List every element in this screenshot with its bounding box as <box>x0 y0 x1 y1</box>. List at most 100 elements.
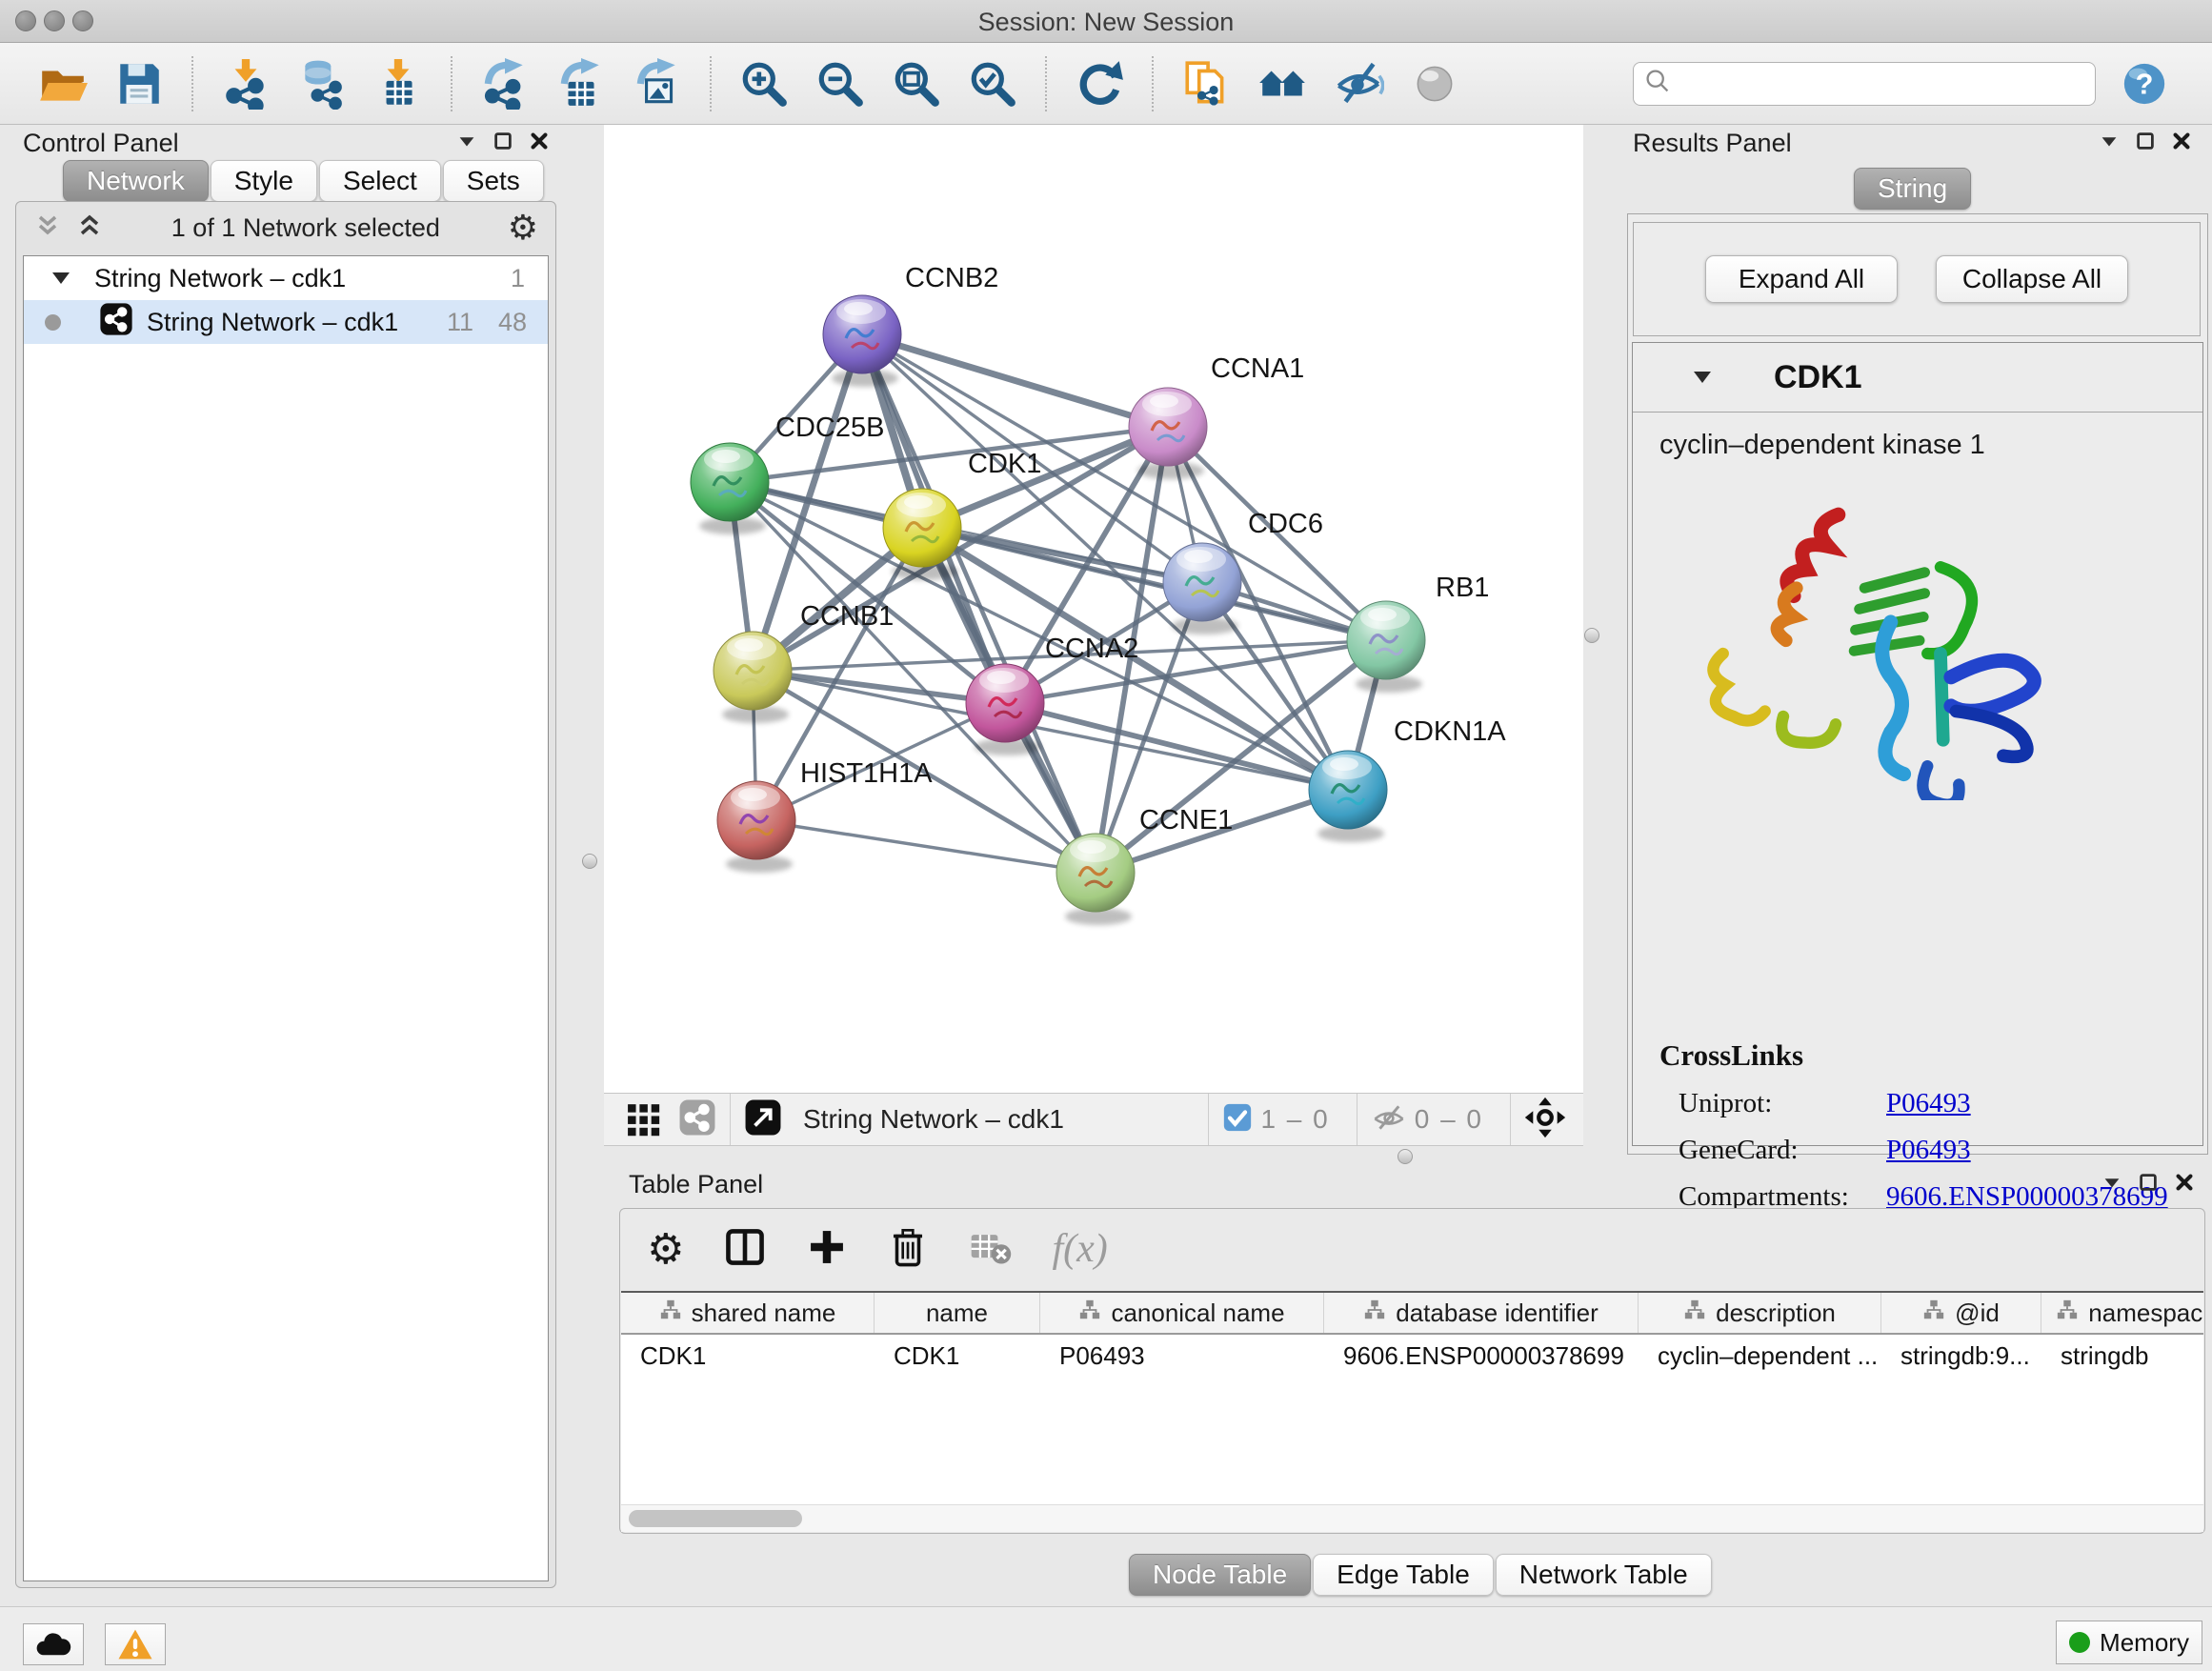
scrollbar-thumb[interactable] <box>629 1510 802 1527</box>
panel-menu-icon[interactable] <box>2101 1171 2123 1198</box>
export-network-icon[interactable] <box>477 56 533 111</box>
memory-button[interactable]: Memory <box>2056 1621 2202 1664</box>
tab-node-table[interactable]: Node Table <box>1129 1554 1311 1596</box>
table-cell[interactable]: stringdb:9... <box>1881 1341 2041 1371</box>
splitter-handle[interactable] <box>1584 628 1599 643</box>
network-view-icon[interactable] <box>678 1098 716 1141</box>
tab-sets[interactable]: Sets <box>443 160 544 202</box>
save-session-icon[interactable] <box>111 56 167 111</box>
splitter-handle[interactable] <box>1398 1149 1413 1164</box>
selected-checkbox-icon[interactable] <box>1222 1102 1253 1137</box>
export-image-icon[interactable] <box>630 56 685 111</box>
detach-view-icon[interactable] <box>744 1098 782 1141</box>
crosslink-link[interactable]: P06493 <box>1886 1088 1971 1119</box>
namespace-tree-icon <box>1363 1299 1386 1328</box>
table-toolbar: ⚙ f(x) <box>620 1209 1108 1289</box>
show-hidden-disabled-icon[interactable] <box>1407 56 1462 111</box>
network-row[interactable]: String Network – cdk1 11 48 <box>24 300 548 344</box>
column-header-description[interactable]: description <box>1639 1293 1881 1333</box>
collapse-all-button[interactable]: Collapse All <box>1936 255 2128 303</box>
open-session-icon[interactable] <box>35 56 90 111</box>
table-cell[interactable]: P06493 <box>1040 1341 1324 1371</box>
import-network-database-icon[interactable] <box>294 56 350 111</box>
tab-string[interactable]: String <box>1854 168 1971 210</box>
table-row[interactable]: CDK1CDK1P064939606.ENSP00000378699cyclin… <box>621 1335 2203 1377</box>
collapse-all-icon[interactable] <box>33 211 62 245</box>
hide-selected-icon[interactable] <box>1331 56 1386 111</box>
zoom-fit-icon[interactable] <box>889 56 944 111</box>
function-builder-icon[interactable]: f(x) <box>1052 1226 1107 1272</box>
help-button[interactable]: ? <box>2121 60 2168 108</box>
table-settings-gear-icon[interactable]: ⚙ <box>647 1225 684 1274</box>
network-canvas[interactable]: CCNB2 CCNA1 CDC25B CDK1 <box>604 125 1583 1093</box>
import-table-icon[interactable] <box>371 56 426 111</box>
show-columns-icon[interactable] <box>722 1224 768 1275</box>
delete-column-icon[interactable] <box>886 1225 930 1274</box>
tab-network[interactable]: Network <box>63 160 209 202</box>
search-input[interactable] <box>1672 69 2085 98</box>
refresh-icon[interactable] <box>1072 56 1127 111</box>
gear-icon[interactable]: ⚙ <box>508 209 538 248</box>
protein-structure-image <box>1667 486 2202 805</box>
cloud-status-button[interactable] <box>23 1623 84 1665</box>
tab-style[interactable]: Style <box>211 160 317 202</box>
column-header-canonical-name[interactable]: canonical name <box>1040 1293 1324 1333</box>
zoom-out-icon[interactable] <box>813 56 868 111</box>
network-node-CDKN1A[interactable]: CDKN1A <box>1309 716 1506 842</box>
table-cell[interactable]: cyclin–dependent ... <box>1639 1341 1881 1371</box>
table-cell[interactable]: CDK1 <box>875 1341 1040 1371</box>
network-collection-row[interactable]: String Network – cdk1 1 <box>24 256 548 300</box>
network-from-selection-icon[interactable] <box>1178 56 1234 111</box>
add-column-icon[interactable] <box>806 1226 848 1273</box>
zoom-selected-icon[interactable] <box>965 56 1020 111</box>
window-title: Session: New Session <box>0 8 2212 37</box>
crosslink-link[interactable]: P06493 <box>1886 1135 1971 1166</box>
table-horizontal-scrollbar[interactable] <box>621 1504 2203 1532</box>
zoom-in-icon[interactable] <box>736 56 792 111</box>
float-panel-icon[interactable] <box>2137 1171 2160 1198</box>
table-cell[interactable]: stringdb <box>2041 1341 2203 1371</box>
close-panel-icon[interactable] <box>2170 130 2193 157</box>
panel-menu-icon[interactable] <box>2098 130 2121 157</box>
column-header--id[interactable]: @id <box>1881 1293 2041 1333</box>
column-header-database-identifier[interactable]: database identifier <box>1324 1293 1639 1333</box>
string-home-icon[interactable] <box>1255 56 1310 111</box>
tab-network-table[interactable]: Network Table <box>1496 1554 1712 1596</box>
tab-select[interactable]: Select <box>319 160 441 202</box>
network-node-CCNA1[interactable]: CCNA1 <box>1129 353 1304 479</box>
expand-all-icon[interactable] <box>75 211 104 245</box>
column-header-shared-name[interactable]: shared name <box>621 1293 875 1333</box>
collection-caret-icon[interactable] <box>52 272 70 284</box>
table-cell[interactable]: CDK1 <box>621 1341 875 1371</box>
node-label: CCNB1 <box>800 601 894 632</box>
column-header-name[interactable]: name <box>875 1293 1040 1333</box>
close-panel-icon[interactable] <box>2173 1171 2196 1198</box>
network-node-CDC6[interactable]: CDC6 <box>1163 509 1323 634</box>
node-label: CDK1 <box>968 449 1041 479</box>
delete-table-icon[interactable] <box>968 1224 1014 1275</box>
float-panel-icon[interactable] <box>2134 130 2157 157</box>
warning-status-button[interactable] <box>105 1623 166 1665</box>
network-node-CCNB1[interactable]: CCNB1 <box>714 601 894 723</box>
gene-caret-icon[interactable] <box>1694 372 1711 383</box>
network-node-CCNE1[interactable]: CCNE1 <box>1056 805 1233 925</box>
hidden-eye-icon[interactable] <box>1371 1099 1407 1140</box>
import-network-file-icon[interactable] <box>218 56 273 111</box>
network-node-HIST1H1A[interactable]: HIST1H1A <box>717 758 933 873</box>
search-box[interactable] <box>1633 62 2096 106</box>
network-node-RB1[interactable]: RB1 <box>1347 573 1489 693</box>
table-cell[interactable]: 9606.ENSP00000378699 <box>1324 1341 1639 1371</box>
main-toolbar: ? <box>0 43 2212 125</box>
bird-eye-view-icon[interactable] <box>1524 1097 1566 1143</box>
splitter-handle[interactable] <box>582 854 597 869</box>
gene-card-header[interactable]: CDK1 <box>1633 343 2202 413</box>
export-table-icon[interactable] <box>553 56 609 111</box>
grid-view-icon[interactable] <box>625 1098 663 1141</box>
expand-all-button[interactable]: Expand All <box>1705 255 1898 303</box>
panel-menu-icon[interactable] <box>455 130 478 157</box>
close-panel-icon[interactable] <box>528 130 551 157</box>
namespace-tree-icon <box>1922 1299 1945 1328</box>
tab-edge-table[interactable]: Edge Table <box>1313 1554 1494 1596</box>
column-header-namespace[interactable]: namespace <box>2041 1293 2203 1333</box>
float-panel-icon[interactable] <box>492 130 514 157</box>
